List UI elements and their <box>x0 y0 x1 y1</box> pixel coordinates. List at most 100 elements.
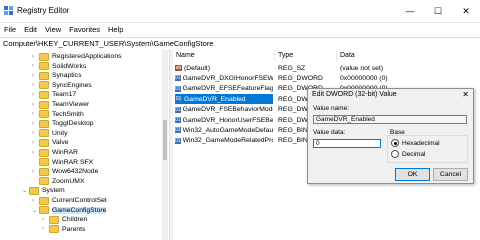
address-path[interactable]: Computer\HKEY_CURRENT_USER\System\GameCo… <box>3 39 213 48</box>
folder-icon <box>39 52 49 61</box>
decimal-label: Decimal <box>402 150 426 158</box>
string-value-icon: ab <box>175 65 182 71</box>
tree-item-label: Parents <box>62 225 86 233</box>
folder-icon <box>39 100 49 109</box>
maximize-button[interactable]: ☐ <box>424 0 452 22</box>
value-name: GameDVR_DXGIHonorFSEWin... <box>182 74 273 82</box>
value-name-label: Value name: <box>313 105 350 112</box>
menu-help[interactable]: Help <box>104 23 127 36</box>
value-data: (value not set) <box>340 64 384 72</box>
value-type: REG_SZ <box>278 64 306 72</box>
binary-value-icon: 01 <box>175 85 181 92</box>
chevron-down-icon[interactable]: ⌄ <box>22 187 29 194</box>
tree-item[interactable]: › RegisteredApplications <box>32 52 122 61</box>
menu-view[interactable]: View <box>41 23 65 36</box>
menu-edit[interactable]: Edit <box>20 23 41 36</box>
folder-icon <box>39 71 49 80</box>
chevron-right-icon[interactable]: › <box>32 111 39 117</box>
tree-item[interactable]: ⌄ System <box>22 186 65 195</box>
tree-scrollbar[interactable] <box>162 50 168 240</box>
menu-file[interactable]: File <box>0 23 20 36</box>
edit-dword-dialog: Edit DWORD (32-bit) Value ✕ Value name: … <box>307 88 474 184</box>
tree-item[interactable]: › Valve <box>32 138 69 147</box>
tree-item[interactable]: › Unity <box>32 129 68 138</box>
hexadecimal-radio[interactable]: Hexadecimal <box>391 139 440 147</box>
column-header-data[interactable]: Data <box>337 50 480 61</box>
tree-item[interactable]: ⌄ GameConfigStore <box>32 206 107 215</box>
folder-icon <box>39 62 49 71</box>
folder-icon <box>39 177 49 186</box>
tree-item[interactable]: › WinRAR <box>32 148 78 157</box>
value-name: (Default) <box>184 64 211 72</box>
tree-item-label: Valve <box>52 139 69 147</box>
folder-icon <box>49 215 59 224</box>
value-row[interactable]: ab (Default) REG_SZ (value not set) <box>173 63 480 73</box>
tree-item[interactable]: › TechSmith <box>32 110 84 119</box>
registry-tree[interactable]: › RegisteredApplications › SolidWorks › Synap… <box>0 50 168 240</box>
tree-item[interactable]: WinRAR SFX <box>32 158 93 167</box>
chevron-right-icon[interactable]: › <box>32 198 39 204</box>
chevron-right-icon[interactable]: › <box>32 92 39 98</box>
folder-icon <box>29 186 39 195</box>
hexadecimal-label: Hexadecimal <box>402 139 440 147</box>
value-data-label: Value data: <box>313 129 346 136</box>
menu-favorites[interactable]: Favorites <box>65 23 104 36</box>
chevron-right-icon[interactable]: › <box>32 140 39 146</box>
decimal-radio[interactable]: Decimal <box>391 150 425 158</box>
chevron-right-icon[interactable]: › <box>32 54 39 60</box>
folder-icon <box>49 225 59 234</box>
tree-item-label: WinRAR SFX <box>52 158 94 166</box>
value-name-cell: 01 GameDVR_Enabled <box>175 94 273 105</box>
chevron-right-icon[interactable]: › <box>32 130 39 136</box>
title-bar: Registry Editor — ☐ ✕ <box>0 0 480 23</box>
value-name: GameDVR_EFSEFeatureFlags <box>182 85 273 93</box>
chevron-right-icon[interactable]: › <box>32 102 39 108</box>
tree-item[interactable]: › SolidWorks <box>32 62 86 71</box>
tree-item-label: ZoomUMX <box>52 177 85 185</box>
tree-scrollbar-thumb[interactable] <box>163 120 167 160</box>
tree-item-label: Children <box>62 216 88 224</box>
tree-item[interactable]: › Wow6432Node <box>32 167 98 176</box>
dialog-title: Edit DWORD (32-bit) Value <box>312 91 397 98</box>
tree-item-label: RegisteredApplications <box>52 53 122 60</box>
folder-icon <box>39 129 49 138</box>
radio-selected-icon <box>391 139 399 147</box>
column-header-type[interactable]: Type <box>275 50 337 61</box>
tree-item[interactable]: ZoomUMX <box>32 177 84 186</box>
tree-item[interactable]: › ToggIDesktop <box>32 119 94 128</box>
chevron-right-icon[interactable]: › <box>32 73 39 79</box>
chevron-right-icon[interactable]: › <box>42 226 49 232</box>
radio-empty-icon <box>391 150 399 158</box>
address-bar[interactable]: Computer\HKEY_CURRENT_USER\System\GameCo… <box>0 37 480 51</box>
ok-button[interactable]: OK <box>395 168 430 181</box>
chevron-right-icon[interactable]: › <box>32 150 39 156</box>
chevron-right-icon[interactable]: › <box>32 82 39 88</box>
chevron-right-icon[interactable]: › <box>32 169 39 175</box>
cancel-button[interactable]: Cancel <box>433 168 468 181</box>
tree-item[interactable]: › Children <box>42 215 87 224</box>
tree-item[interactable]: › SyncEngines <box>32 81 92 90</box>
value-data-field[interactable]: 0 <box>313 139 381 148</box>
dialog-close-icon[interactable]: ✕ <box>462 90 469 99</box>
column-header-name[interactable]: Name <box>173 50 275 61</box>
window-title: Registry Editor <box>17 6 70 15</box>
tree-item-label: Unity <box>52 129 68 137</box>
tree-item[interactable]: › CurrentControlSet <box>32 196 107 205</box>
tree-item[interactable]: › Team17 <box>32 90 76 99</box>
chevron-down-icon[interactable]: ⌄ <box>32 207 39 214</box>
minimize-button[interactable]: — <box>396 0 424 22</box>
chevron-right-icon[interactable]: › <box>32 63 39 69</box>
tree-item[interactable]: › Synaptics <box>32 71 81 80</box>
tree-item[interactable]: › TeamViewer <box>32 100 89 109</box>
value-name-cell: 01 Win32_GameModeRelatedPro... <box>175 136 273 146</box>
binary-value-icon: 01 <box>175 75 181 82</box>
tree-item[interactable]: › Parents <box>42 225 85 234</box>
tree-item-label: GameConfigStore <box>52 206 107 214</box>
value-row[interactable]: 01GameDVR_DXGIHonorFSEWin... REG_DWORD 0x0… <box>173 73 480 83</box>
chevron-right-icon[interactable]: › <box>42 217 49 223</box>
value-name-field[interactable]: GameDVR_Enabled <box>313 115 467 124</box>
close-button[interactable]: ✕ <box>452 0 480 22</box>
chevron-right-icon[interactable]: › <box>32 121 39 127</box>
folder-icon <box>39 81 49 90</box>
folder-icon <box>39 167 49 176</box>
